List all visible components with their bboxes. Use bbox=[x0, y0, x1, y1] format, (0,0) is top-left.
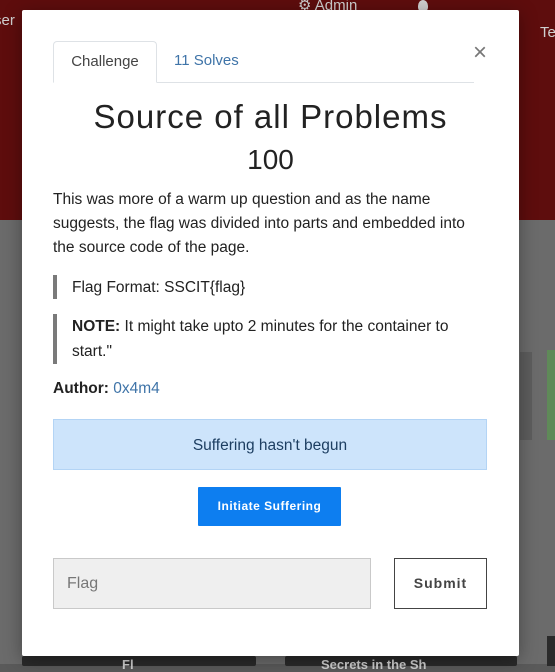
background-challenge-button: Fl bbox=[22, 656, 256, 672]
modal-tabs: Challenge 11 Solves bbox=[53, 41, 474, 83]
tab-solves[interactable]: 11 Solves bbox=[158, 41, 255, 81]
challenge-title: Source of all Problems bbox=[93, 98, 448, 135]
status-alert: Suffering hasn't begun bbox=[53, 419, 487, 470]
container-note: NOTE: It might take upto 2 minutes for t… bbox=[53, 314, 478, 364]
background-challenge-button: Secrets in the Sh bbox=[285, 656, 517, 672]
close-icon[interactable]: × bbox=[470, 40, 490, 66]
background-challenge-label: Secrets in the Sh bbox=[321, 657, 427, 672]
background-card bbox=[520, 352, 532, 440]
challenge-points: 100 bbox=[247, 144, 294, 175]
submit-button[interactable]: Submit bbox=[394, 558, 487, 609]
nav-item-right: Te bbox=[540, 24, 555, 41]
note-text: It might take upto 2 minutes for the con… bbox=[72, 318, 449, 360]
tab-challenge[interactable]: Challenge bbox=[53, 41, 157, 83]
background-challenge-label: Fl bbox=[122, 657, 134, 672]
author-link[interactable]: 0x4m4 bbox=[113, 380, 160, 397]
note-label: NOTE: bbox=[72, 318, 121, 335]
flag-format-note: Flag Format: SSCIT{flag} bbox=[53, 275, 482, 299]
flag-input[interactable] bbox=[53, 558, 371, 609]
flag-format-text: Flag Format: SSCIT{flag} bbox=[72, 279, 246, 296]
initiate-button[interactable]: Initiate Suffering bbox=[198, 487, 341, 526]
challenge-description: This was more of a warm up question and … bbox=[53, 191, 465, 256]
background-card-edge bbox=[547, 636, 555, 666]
background-solved-card bbox=[547, 350, 555, 440]
author-label: Author: bbox=[53, 380, 109, 397]
challenge-modal: Challenge 11 Solves × Source of all Prob… bbox=[22, 10, 519, 656]
author-line: Author: 0x4m4 bbox=[53, 380, 160, 398]
nav-item-left: ser bbox=[0, 12, 15, 29]
